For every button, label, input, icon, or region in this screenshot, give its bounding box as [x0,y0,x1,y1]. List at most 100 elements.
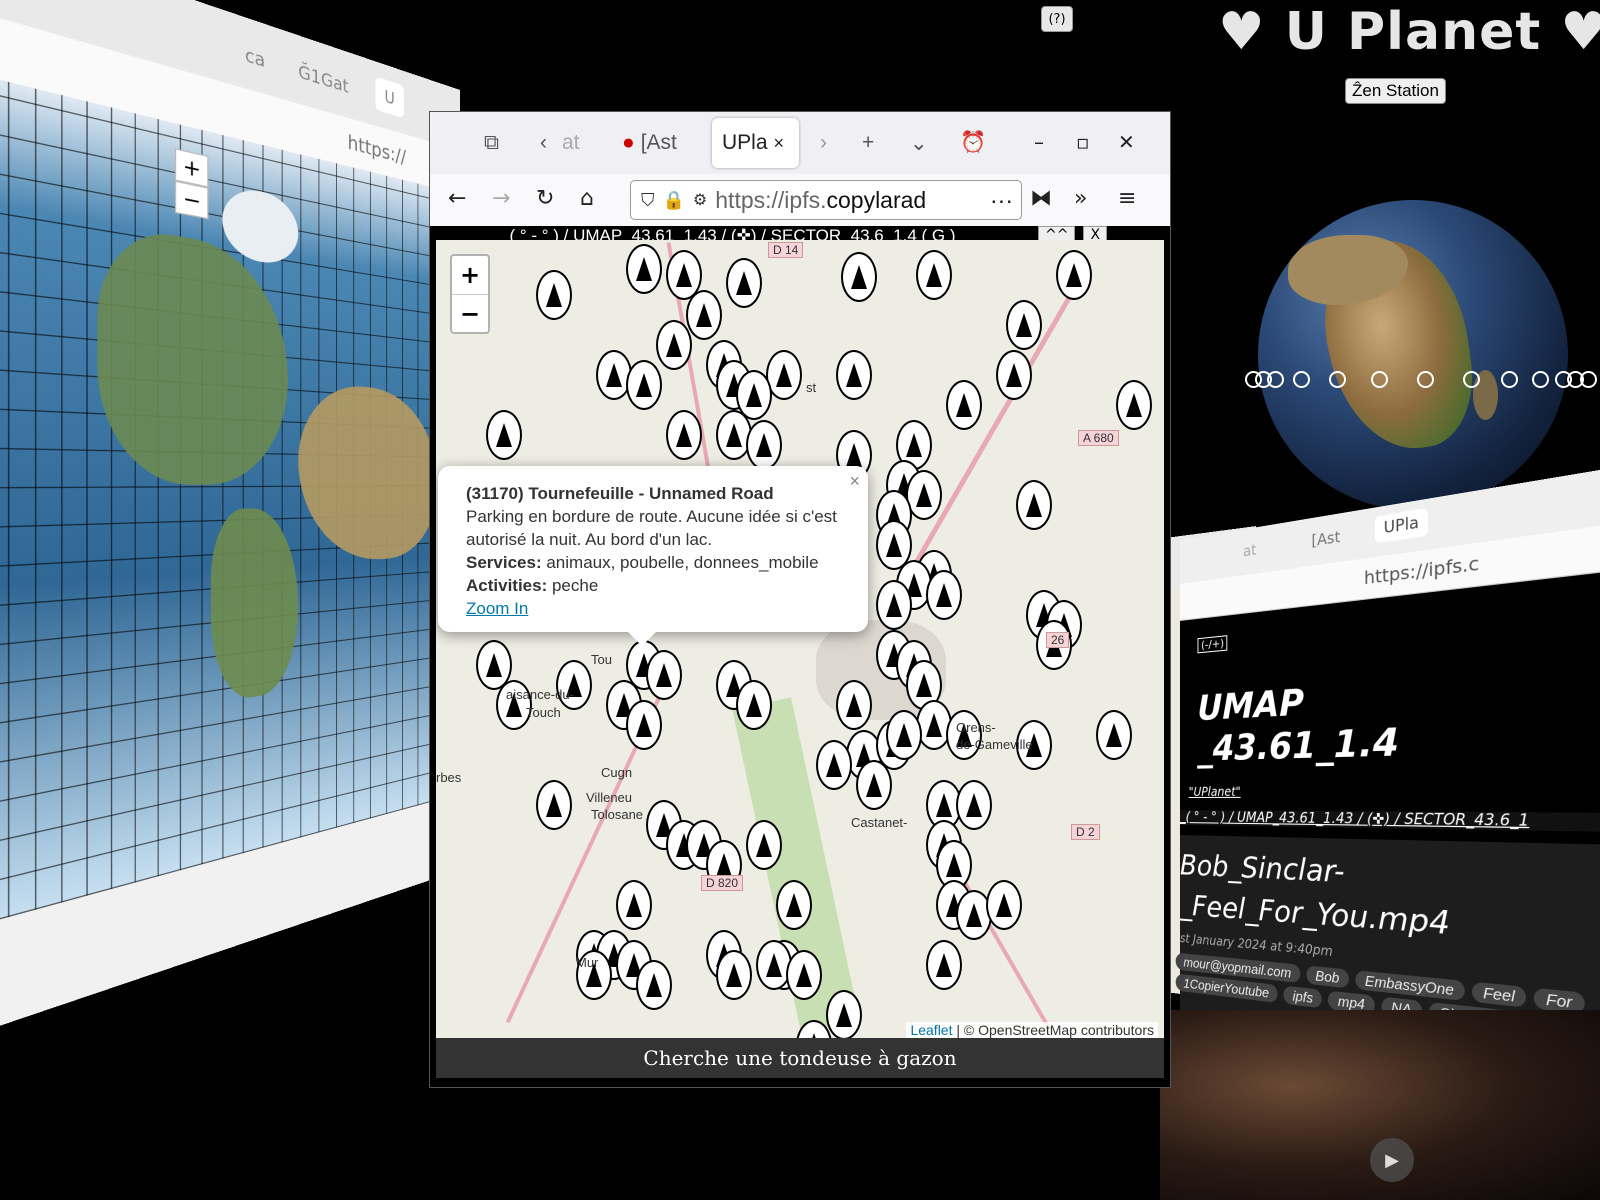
right-badge[interactable]: (-/+) [1197,635,1228,654]
map-marker[interactable] [666,410,702,460]
minimize-icon[interactable]: – [1034,130,1044,154]
map-marker[interactable] [556,660,592,710]
tag-chip[interactable]: ipfs [1283,985,1323,1009]
close-window-icon[interactable]: ✕ [1118,130,1135,154]
map-marker[interactable] [926,940,962,990]
map-marker[interactable] [616,880,652,930]
globe-dot[interactable] [1371,371,1388,388]
map-marker[interactable] [946,710,982,760]
map-marker[interactable] [826,990,862,1038]
map-marker[interactable] [656,320,692,370]
permissions-icon[interactable]: ⚙ [693,190,707,210]
map-marker[interactable] [836,680,872,730]
map-marker[interactable] [1006,300,1042,350]
map-marker[interactable] [816,740,852,790]
page-actions-icon[interactable]: ··· [986,186,1013,214]
globe-dot[interactable] [1501,371,1518,388]
leaflet-link[interactable]: Leaflet [910,1022,952,1038]
map-marker[interactable] [996,350,1032,400]
globe-dot[interactable] [1329,371,1346,388]
new-tab-icon[interactable]: + [862,118,874,168]
globe-dot[interactable] [1417,371,1434,388]
map-marker[interactable] [536,780,572,830]
left-tab[interactable]: Ğ1Gat [298,60,348,97]
map-marker[interactable] [536,270,572,320]
tab-overview-icon[interactable]: ⧉ [484,118,499,168]
tag-chip[interactable]: Bob [1306,965,1349,989]
map-marker[interactable] [946,380,982,430]
tab-scroll-right-icon[interactable]: › [820,118,827,168]
lock-icon[interactable]: 🔒 [663,190,685,211]
map-marker[interactable] [1056,250,1092,300]
map-marker[interactable] [626,700,662,750]
globe-dot[interactable] [1293,371,1310,388]
right-breadcrumb[interactable]: _( ° - ° ) / UMAP_43.61_1.43 / (✜) / SEC… [1180,810,1600,833]
map-marker[interactable] [786,950,822,1000]
map-marker[interactable] [686,290,722,340]
zoom-out-button[interactable]: − [452,295,488,333]
right-tab-active[interactable]: UPla [1374,507,1429,544]
close-tab-icon[interactable]: × [774,133,785,154]
tag-chip[interactable]: EmbassyOne [1355,970,1465,1002]
world-grid-map[interactable]: + − [0,74,460,925]
reload-icon[interactable]: ↻ [536,186,554,211]
map-marker[interactable] [716,950,752,1000]
main-browser-window[interactable]: ⧉ ‹ at ● [Ast UPla × › + ⌄ ⏰ – ▫ ✕ ← → ↻ ⌂… [430,112,1170,1087]
map-marker[interactable] [626,360,662,410]
overflow-menu-icon[interactable]: » [1074,186,1087,211]
tag-chip[interactable]: Feel [1471,981,1527,1008]
map-marker[interactable] [1116,380,1152,430]
help-button[interactable]: (?) [1041,6,1073,32]
globe-dot[interactable] [1580,371,1597,388]
globe-dot[interactable] [1463,371,1480,388]
map-marker[interactable] [876,580,912,630]
map-marker[interactable] [1096,710,1132,760]
tab-scroll-left-icon[interactable]: ‹ [540,118,547,168]
back-icon[interactable]: ← [448,186,466,211]
zoom-in-link[interactable]: Zoom In [466,599,528,618]
map-marker[interactable] [926,570,962,620]
list-tabs-icon[interactable]: ⌄ [910,118,928,168]
tab-1[interactable]: at [562,118,580,168]
tab-2[interactable]: ● [Ast [622,118,677,168]
zoom-in-button[interactable]: + [452,256,488,295]
map-marker[interactable] [746,820,782,870]
right-tab[interactable]: at [1243,542,1256,561]
maximize-icon[interactable]: ▫ [1076,130,1090,154]
map-marker[interactable] [486,410,522,460]
map-marker[interactable] [726,258,762,308]
map-marker[interactable] [836,350,872,400]
right-url[interactable]: https://ipfs.c [1364,552,1479,589]
globe-dot[interactable] [1267,371,1284,388]
hamburger-menu-icon[interactable]: ≡ [1118,186,1136,211]
right-tab[interactable]: [Ast [1311,529,1340,551]
map-marker[interactable] [1016,480,1052,530]
uplanet-link[interactable]: "UPlanet" [1189,784,1241,799]
map-marker[interactable] [646,650,682,700]
forward-icon[interactable]: → [492,186,510,211]
left-tab-active[interactable]: U [375,76,404,119]
map-marker[interactable] [856,760,892,810]
background-browser-window-left[interactable]: ca Ğ1Gat U https:// + − [0,0,460,1033]
map-marker[interactable] [636,960,672,1010]
map-marker[interactable] [886,710,922,760]
earth-globe[interactable] [1258,200,1568,510]
map-marker[interactable] [841,252,877,302]
url-bar[interactable]: ⛉ 🔒 ⚙ https://ipfs. copylarad ··· [630,180,1022,220]
left-url[interactable]: https:// [348,131,406,169]
map-marker[interactable] [736,680,772,730]
shield-icon[interactable]: ⛉ [641,190,655,211]
globe-dot[interactable] [1532,371,1549,388]
left-tab[interactable]: ca [245,43,265,72]
left-zoom-out-button[interactable]: − [174,180,209,220]
popup-close-icon[interactable]: × [849,470,860,493]
map-marker[interactable] [986,880,1022,930]
play-button[interactable]: ▶ [1370,1138,1414,1182]
tab-active[interactable]: UPla × [712,118,799,168]
home-icon[interactable]: ⌂ [580,186,594,211]
map-marker[interactable] [626,244,662,294]
zen-station-button[interactable]: Ẑen Station [1345,78,1446,104]
map-marker[interactable] [956,780,992,830]
map-marker[interactable] [776,880,812,930]
osm-map[interactable]: st Tou aisance-du- Touch rbes Cugn Villeneu Tol… [436,240,1164,1038]
